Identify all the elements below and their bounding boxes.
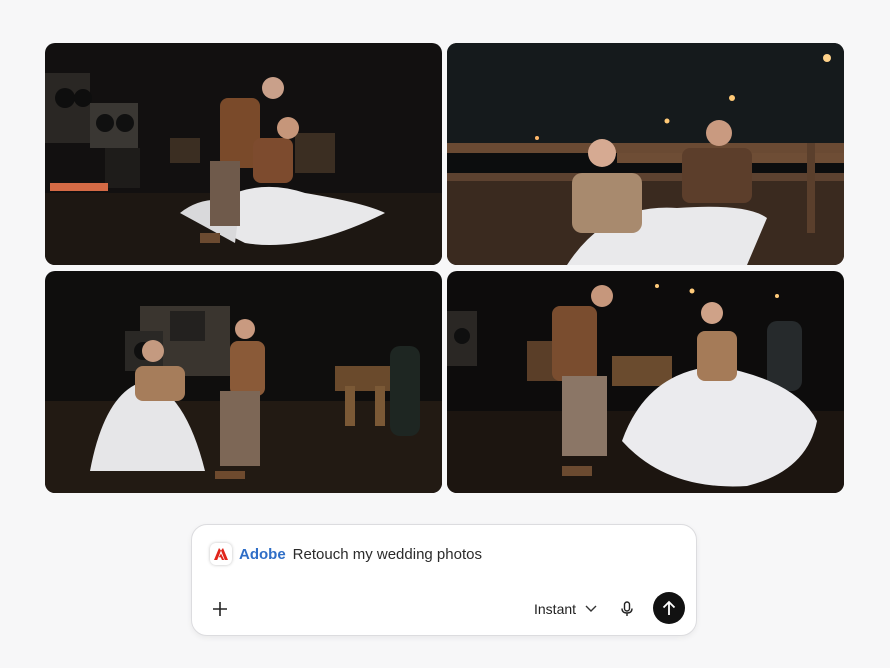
send-button[interactable]	[653, 592, 685, 624]
prompt-text[interactable]: Retouch my wedding photos	[293, 546, 482, 563]
microphone-icon	[621, 601, 633, 616]
mode-label: Instant	[534, 601, 577, 617]
prompt-box[interactable]: Adobe Retouch my wedding photos Instant	[191, 524, 697, 636]
arrow-up-icon	[662, 600, 676, 615]
wedding-photo-3[interactable]	[45, 271, 442, 493]
add-button[interactable]	[208, 597, 232, 621]
chevron-down-icon	[585, 605, 597, 612]
plus-icon	[213, 602, 227, 616]
wedding-photo-2[interactable]	[447, 43, 844, 265]
mode-dropdown[interactable]: Instant	[534, 600, 597, 618]
brand-label: Adobe	[239, 545, 286, 563]
wedding-photo-1[interactable]	[45, 43, 442, 265]
adobe-logo-icon	[210, 543, 232, 565]
adobe-chip: Adobe Retouch my wedding photos	[210, 543, 482, 565]
wedding-photo-4[interactable]	[447, 271, 844, 493]
photo-grid	[45, 43, 845, 493]
microphone-button[interactable]	[615, 597, 639, 621]
